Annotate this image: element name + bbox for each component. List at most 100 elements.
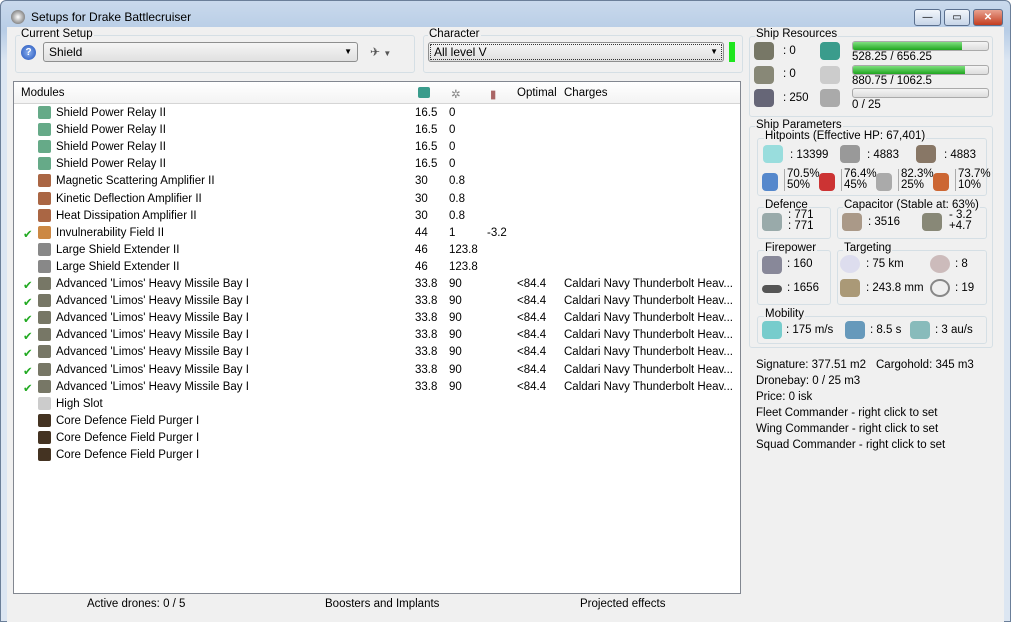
module-row[interactable]: ✔ Advanced 'Limos' Heavy Missile Bay I 33.… [14,362,740,379]
module-cpu: 30 [415,192,428,205]
launcher-hardpoint-icon [754,66,774,84]
active-check-icon[interactable]: ✔ [23,312,33,326]
character-value: All level V [434,45,487,59]
scan-resolution: : 243.8 mm [866,282,924,294]
active-check-icon[interactable]: ✔ [23,329,33,343]
module-row[interactable]: Shield Power Relay II 16.5 0 [14,122,740,139]
module-name: Shield Power Relay II [56,158,166,171]
module-name: Core Defence Field Purger I [56,414,200,427]
column-charges[interactable]: Charges [564,87,607,99]
module-power: 0.8 [449,175,465,188]
setup-select[interactable]: Shield ▼ [43,42,358,62]
module-optimal: <84.4 [517,329,547,342]
setup-value: Shield [49,45,83,59]
module-cpu: 33.8 [415,363,438,376]
module-optimal: <84.4 [517,295,547,308]
ship-tools-dropdown[interactable]: ✈ ▼ [370,45,391,59]
module-row[interactable]: ✔ Advanced 'Limos' Heavy Missile Bay I 33.… [14,327,740,344]
warp-speed: : 3 au/s [935,324,973,336]
active-check-icon[interactable]: ✔ [23,295,33,309]
module-row[interactable]: Magnetic Scattering Amplifier II 30 0.8 [14,173,740,190]
module-cpu: 46 [415,243,428,256]
module-name: Heat Dissipation Amplifier II [56,209,197,222]
dronebay: Dronebay: 0 / 25 m3 [756,375,861,387]
module-row[interactable]: Core Defence Field Purger I [14,413,740,430]
module-name: Advanced 'Limos' Heavy Missile Bay I [56,363,249,376]
module-cap: -3.2 [487,226,507,239]
capacitor-column-icon[interactable]: ▮ [490,87,496,101]
character-status-indicator [729,42,735,62]
price: Price: 0 isk [756,391,813,403]
module-row[interactable]: High Slot [14,396,740,413]
module-row[interactable]: Shield Power Relay II 16.5 0 [14,139,740,156]
modules-list[interactable]: Modules ✲ ▮ Optimal Charges Shield Power… [13,81,741,594]
active-drones-button[interactable]: Active drones: 0 / 5 [87,598,185,610]
module-cpu: 30 [415,209,428,222]
module-row[interactable]: ✔ Advanced 'Limos' Heavy Missile Bay I 33.… [14,379,740,396]
warp-speed-icon [910,321,930,339]
dps-value: : 160 [787,258,813,270]
active-check-icon[interactable]: ✔ [23,278,33,292]
minimize-button[interactable]: — [914,9,941,26]
active-check-icon[interactable]: ✔ [23,227,33,241]
module-cpu: 16.5 [415,158,438,171]
resist-values: 82.3% 25% [898,168,934,191]
module-power: 0.8 [449,209,465,222]
rig-icon [38,413,51,427]
module-row[interactable]: Heat Dissipation Amplifier II 30 0.8 [14,208,740,225]
active-check-icon[interactable]: ✔ [23,346,33,360]
powergrid-column-icon[interactable]: ✲ [451,87,461,101]
drone-bandwidth-bar [852,88,989,98]
speed-icon [762,321,782,339]
module-row[interactable]: Core Defence Field Purger I [14,430,740,447]
module-row[interactable]: Large Shield Extender II 46 123.8 [14,259,740,276]
module-row[interactable]: Core Defence Field Purger I [14,447,740,464]
calibration-value: : 250 [783,92,809,104]
module-row[interactable]: ✔ Advanced 'Limos' Heavy Missile Bay I 33.… [14,293,740,310]
module-cpu: 33.8 [415,312,438,325]
wing-commander[interactable]: Wing Commander - right click to set [756,423,938,435]
modules-header: Modules ✲ ▮ Optimal Charges [14,82,740,104]
projected-effects-button[interactable]: Projected effects [580,598,665,610]
fleet-commander[interactable]: Fleet Commander - right click to set [756,407,938,419]
module-row[interactable]: ✔ Invulnerability Field II 44 1 -3.2 [14,225,740,242]
module-name: Advanced 'Limos' Heavy Missile Bay I [56,295,249,308]
module-power: 0.8 [449,192,465,205]
help-icon[interactable]: ? [21,45,36,60]
highslot-icon [38,396,51,410]
column-modules[interactable]: Modules [21,87,64,99]
amplifier-icon [38,208,51,222]
module-row[interactable]: Large Shield Extender II 46 123.8 [14,242,740,259]
module-optimal: <84.4 [517,380,547,393]
rig-icon [38,430,51,444]
module-row[interactable]: ✔ Advanced 'Limos' Heavy Missile Bay I 33.… [14,310,740,327]
powergrid-icon [820,66,840,84]
module-name: High Slot [56,397,103,410]
column-optimal[interactable]: Optimal [517,87,557,99]
module-row[interactable]: Shield Power Relay II 16.5 0 [14,105,740,122]
module-row[interactable]: Kinetic Deflection Amplifier II 30 0.8 [14,191,740,208]
module-power: 90 [449,346,462,359]
ship-resources-label: Ship Resources [755,28,839,40]
volley-value: : 1656 [787,282,819,294]
character-select[interactable]: All level V ▼ [428,42,724,62]
module-charges: Caldari Navy Thunderbolt Heav... [564,312,733,325]
active-check-icon[interactable]: ✔ [23,364,33,378]
module-row[interactable]: ✔ Advanced 'Limos' Heavy Missile Bay I 33.… [14,344,740,361]
extender-icon [38,259,51,273]
cap-recharge: +4.7 [949,220,972,232]
cpu-text: 528.25 / 656.25 [852,51,932,63]
module-name: Shield Power Relay II [56,107,166,119]
squad-commander[interactable]: Squad Commander - right click to set [756,439,945,451]
active-check-icon[interactable]: ✔ [23,381,33,395]
maximize-button[interactable]: ▭ [944,9,970,26]
module-row[interactable]: Shield Power Relay II 16.5 0 [14,156,740,173]
window-title: Setups for Drake Battlecruiser [31,10,192,24]
rig-icon [38,448,51,461]
close-button[interactable]: ✕ [973,9,1003,26]
cpu-column-icon[interactable] [418,87,430,98]
dps-icon [762,256,782,274]
boosters-implants-button[interactable]: Boosters and Implants [325,598,439,610]
module-row[interactable]: ✔ Advanced 'Limos' Heavy Missile Bay I 33.… [14,276,740,293]
current-setup-label: Current Setup [20,28,94,40]
